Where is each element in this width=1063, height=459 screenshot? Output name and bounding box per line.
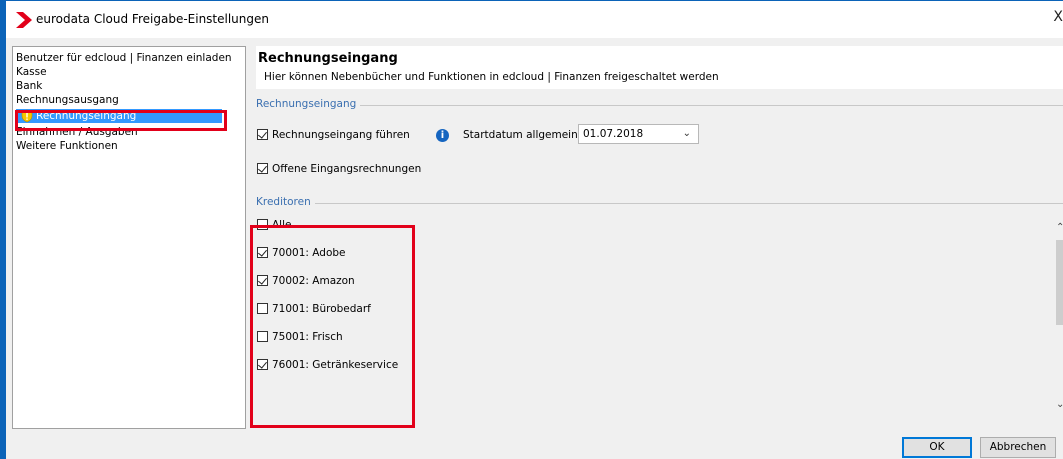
group-title-rechnungseingang: Rechnungseingang: [256, 98, 361, 110]
close-icon[interactable]: X: [1053, 9, 1063, 25]
nav-item-rechnungseingang[interactable]: Rechnungseingang: [16, 109, 222, 123]
scroll-up-icon[interactable]: ⌃: [1056, 222, 1063, 233]
kreditor-checkbox[interactable]: [257, 330, 268, 342]
kreditor-row[interactable]: 70001: Adobe: [257, 246, 346, 260]
group-divider-rechnungseingang: [256, 105, 1063, 106]
nav-item-bank[interactable]: Bank: [16, 79, 42, 93]
kreditor-label: 75001: Frisch: [272, 331, 343, 343]
page-subtitle: Hier können Nebenbücher und Funktionen i…: [264, 71, 719, 83]
kreditor-label: 70001: Adobe: [272, 247, 346, 259]
kreditor-alle-row[interactable]: Alle: [257, 218, 291, 232]
dialog-body: Benutzer für edcloud | Finanzen einladen…: [6, 38, 1063, 459]
offene-eingangsrechnungen-label: Offene Eingangsrechnungen: [272, 163, 422, 175]
group-title-kreditoren: Kreditoren: [256, 196, 315, 208]
kreditor-checkbox[interactable]: [257, 358, 268, 370]
kreditor-row[interactable]: 70002: Amazon: [257, 274, 355, 288]
info-icon[interactable]: i: [436, 129, 449, 142]
kreditor-alle-label: Alle: [272, 219, 292, 231]
kreditor-checkbox[interactable]: [257, 302, 268, 314]
scroll-down-icon[interactable]: ⌄: [1056, 399, 1063, 410]
shield-warning-icon: [21, 109, 33, 123]
nav-item-rechnungsausgang[interactable]: Rechnungsausgang: [16, 93, 119, 107]
startdatum-value: 01.07.2018: [583, 128, 644, 140]
content-header: Rechnungseingang Hier können Nebenbücher…: [256, 46, 1063, 89]
kreditor-row[interactable]: 76001: Getränkeservice: [257, 358, 398, 372]
startdatum-label: Startdatum allgemein:: [463, 129, 582, 141]
kreditor-checkbox[interactable]: [257, 246, 268, 258]
kreditor-label: 71001: Bürobedarf: [272, 303, 371, 315]
kreditor-checkbox[interactable]: [257, 274, 268, 286]
rechnungseingang-fuehren-checkbox[interactable]: [257, 128, 268, 140]
nav-item-label: Rechnungseingang: [36, 110, 137, 122]
title-bar: eurodata Cloud Freigabe-Einstellungen X: [6, 0, 1063, 38]
group-divider-kreditoren: [256, 203, 1063, 204]
kreditor-label: 76001: Getränkeservice: [272, 359, 399, 371]
nav-item-benutzer[interactable]: Benutzer für edcloud | Finanzen einladen: [16, 51, 232, 65]
kreditor-row[interactable]: 71001: Bürobedarf: [257, 302, 371, 316]
content-panel: Rechnungseingang Hier können Nebenbücher…: [256, 46, 1063, 429]
cancel-button[interactable]: Abbrechen: [980, 437, 1056, 458]
chevron-down-icon: ⌄: [682, 128, 691, 139]
offene-eingangsrechnungen-row[interactable]: Offene Eingangsrechnungen: [257, 162, 421, 176]
kreditoren-scrollbar[interactable]: ⌃ ⌄: [1052, 222, 1063, 410]
offene-eingangsrechnungen-checkbox[interactable]: [257, 162, 268, 174]
kreditor-label: 70002: Amazon: [272, 275, 355, 287]
startdatum-select[interactable]: 01.07.2018 ⌄: [578, 124, 699, 144]
ok-button[interactable]: OK: [902, 437, 972, 458]
window-title: eurodata Cloud Freigabe-Einstellungen: [36, 12, 269, 26]
eurodata-logo-icon: [16, 12, 32, 28]
nav-item-kasse[interactable]: Kasse: [16, 65, 47, 79]
nav-item-einnahmen-ausgaben[interactable]: Einnahmen / Ausgaben: [16, 125, 138, 139]
rechnungseingang-fuehren-row[interactable]: Rechnungseingang führen: [257, 128, 410, 142]
scroll-thumb[interactable]: [1056, 240, 1063, 325]
rechnungseingang-fuehren-label: Rechnungseingang führen: [272, 129, 410, 141]
nav-item-weitere-funktionen[interactable]: Weitere Funktionen: [16, 139, 118, 153]
kreditor-row[interactable]: 75001: Frisch: [257, 330, 343, 344]
nav-panel: Benutzer für edcloud | Finanzen einladen…: [12, 46, 246, 429]
kreditor-alle-checkbox[interactable]: [257, 218, 268, 230]
page-title: Rechnungseingang: [258, 51, 398, 66]
